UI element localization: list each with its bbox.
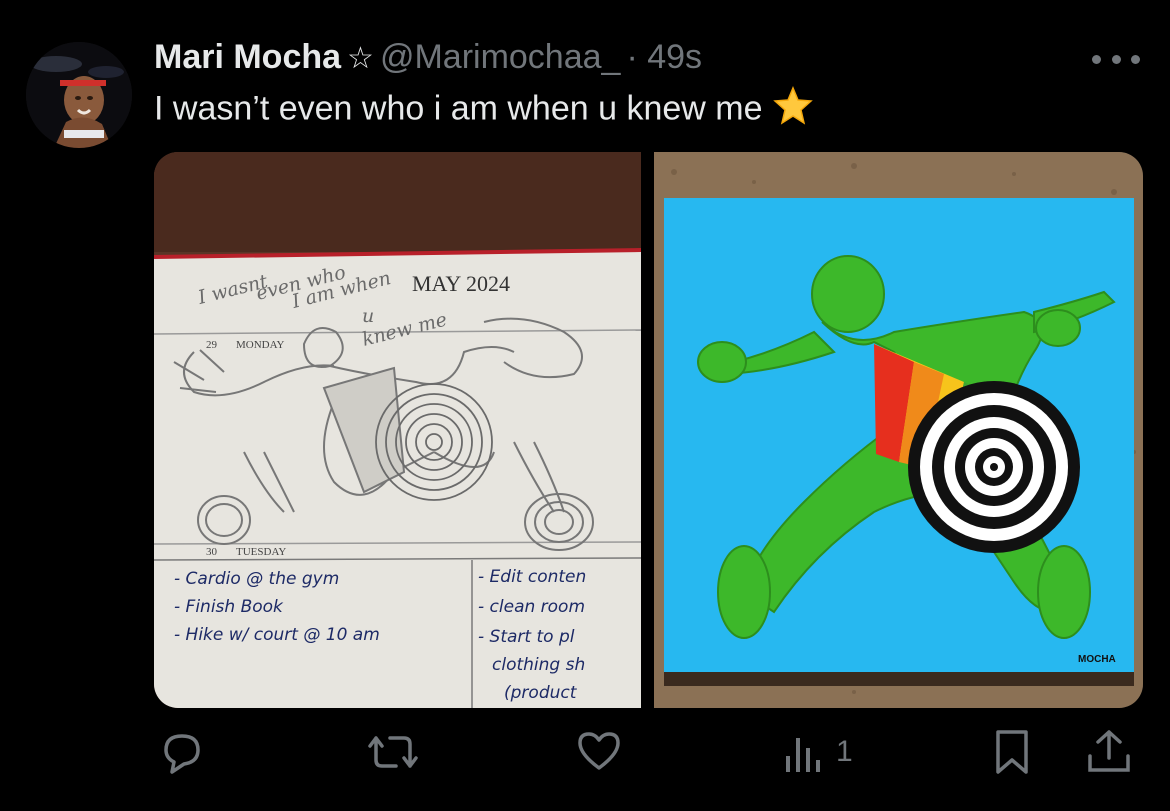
views-count: 1 bbox=[836, 735, 853, 768]
handle[interactable]: @Marimochaa_ bbox=[380, 38, 621, 76]
share-button[interactable] bbox=[1086, 728, 1132, 776]
views-button[interactable]: 1 bbox=[784, 728, 853, 776]
painting-signature: MOCHA bbox=[1078, 654, 1116, 665]
bookmark-button[interactable] bbox=[992, 728, 1032, 776]
post-text: I wasn’t even who i am when u knew me bbox=[154, 89, 763, 128]
repost-icon bbox=[368, 736, 418, 768]
timestamp[interactable]: · 49s bbox=[626, 38, 702, 76]
post-actions: 1 bbox=[0, 722, 1170, 786]
planner-day2: TUESDAY bbox=[236, 546, 286, 558]
avatar[interactable] bbox=[26, 42, 132, 148]
like-button[interactable] bbox=[576, 728, 622, 774]
avatar-image bbox=[26, 42, 132, 148]
todo-left-item: - Hike w/ court @ 10 am bbox=[174, 625, 380, 645]
todo-right-item: - Edit conten bbox=[478, 567, 586, 587]
todo-right-item: clothing sh bbox=[492, 655, 585, 675]
post-text-row: I wasn’t even who i am when u knew me bbox=[154, 86, 813, 135]
views-icon bbox=[786, 738, 820, 772]
display-name[interactable]: Mari Mocha bbox=[154, 38, 341, 76]
planner-month: MAY 2024 bbox=[412, 271, 510, 296]
heart-icon bbox=[578, 732, 620, 770]
planner-day1: MONDAY bbox=[236, 339, 285, 351]
todo-right-item: - clean room bbox=[478, 597, 585, 617]
planner-day2-num: 30 bbox=[206, 546, 218, 558]
painting-photo: MOCHA bbox=[654, 152, 1143, 708]
planner-photo: MAY 2024 29 MONDAY 30 TUESDAY I wasnt ev… bbox=[154, 152, 642, 708]
post-media[interactable]: MAY 2024 29 MONDAY 30 TUESDAY I wasnt ev… bbox=[154, 152, 1143, 708]
more-dot-icon bbox=[1092, 54, 1101, 64]
planner-day1-num: 29 bbox=[206, 339, 218, 351]
more-dot-icon bbox=[1111, 54, 1121, 64]
todo-right-item: - Start to pl bbox=[478, 627, 575, 647]
badge-star: ☆ bbox=[347, 42, 374, 75]
bookmark-icon bbox=[996, 730, 1028, 774]
reply-icon bbox=[164, 734, 200, 774]
share-icon bbox=[1088, 730, 1130, 772]
more-dot-icon bbox=[1131, 54, 1140, 64]
todo-left-item: - Finish Book bbox=[174, 597, 284, 617]
scribble-line: u bbox=[362, 305, 374, 327]
star-emoji bbox=[772, 86, 813, 135]
todo-left-item: - Cardio @ the gym bbox=[174, 569, 339, 589]
repost-button[interactable] bbox=[368, 728, 418, 776]
post-header: Mari Mocha ☆ @Marimochaa_ · 49s bbox=[154, 38, 702, 77]
reply-button[interactable] bbox=[158, 728, 206, 776]
todo-right-item: (product bbox=[504, 683, 578, 703]
more-options-button[interactable] bbox=[1092, 44, 1140, 74]
